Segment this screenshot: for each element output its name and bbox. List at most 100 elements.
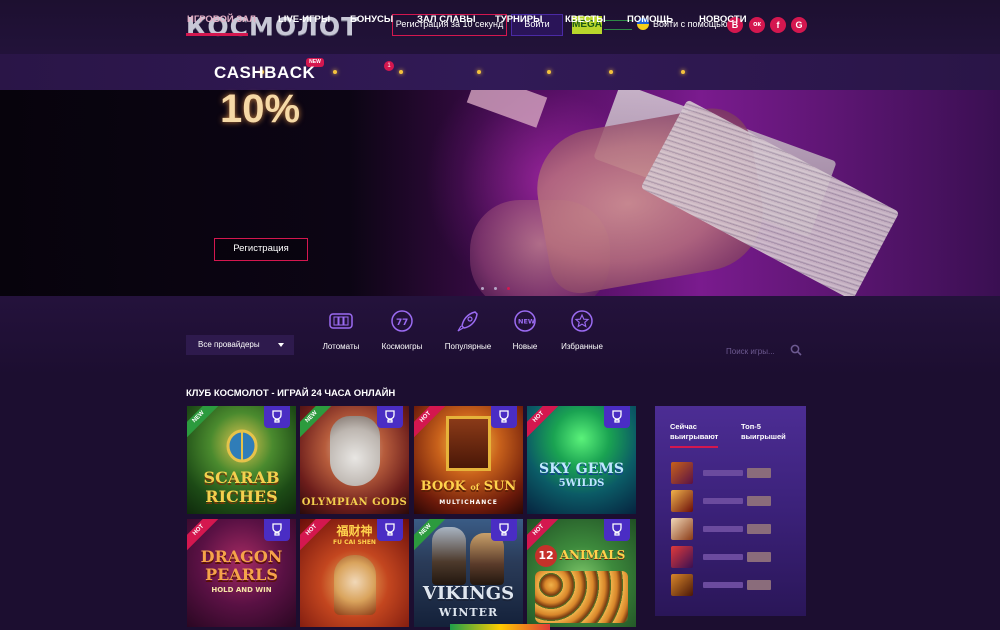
winner-row[interactable] bbox=[671, 490, 791, 512]
hero-register-button[interactable]: Регистрация bbox=[214, 238, 308, 261]
trophy-icon[interactable] bbox=[604, 519, 630, 541]
category-new[interactable]: NEW Новые bbox=[495, 308, 555, 351]
new-icon: NEW bbox=[514, 310, 536, 332]
winner-amount bbox=[747, 580, 771, 590]
game-tile-fu-cai-shen[interactable]: 福财神 FU CAI SHEN HOT bbox=[300, 519, 409, 627]
nav-item-game-hall[interactable]: ИГРОВОЙ ЗАЛ bbox=[187, 14, 256, 25]
game-tagline: HOLD AND WIN bbox=[211, 586, 272, 594]
star-icon bbox=[571, 310, 593, 332]
trophy-icon[interactable] bbox=[264, 406, 290, 428]
hero-banner[interactable] bbox=[0, 90, 1000, 296]
cosmo-games-icon: 7 7 bbox=[391, 310, 413, 332]
rocket-icon bbox=[457, 311, 478, 332]
nav-item-bonuses[interactable]: БОНУСЫ bbox=[350, 14, 393, 25]
search-input[interactable]: Поиск игры... bbox=[726, 347, 775, 356]
trophy-icon[interactable] bbox=[604, 406, 630, 428]
winner-name bbox=[703, 498, 743, 504]
main-nav bbox=[0, 54, 1000, 90]
game-title-part: BOOK bbox=[420, 479, 466, 494]
section-title: КЛУБ КОСМОЛОТ - ИГРАЙ 24 ЧАСА ОНЛАЙН bbox=[186, 388, 396, 399]
zeus-portrait bbox=[330, 416, 380, 486]
nav-separator bbox=[477, 70, 481, 74]
winner-name bbox=[703, 582, 743, 588]
nav-item-news[interactable]: НОВОСТИ bbox=[699, 14, 747, 25]
tab-active-underline bbox=[670, 446, 718, 448]
category-lotomats[interactable]: Лотоматы bbox=[311, 308, 371, 351]
nav-separator bbox=[681, 70, 685, 74]
hero-title: CASHBACK bbox=[214, 63, 316, 82]
slider-dot[interactable] bbox=[481, 287, 484, 290]
trophy-icon[interactable] bbox=[377, 406, 403, 428]
nav-separator bbox=[609, 70, 613, 74]
category-label: Популярные bbox=[444, 342, 492, 351]
tab-now-winning[interactable]: Сейчас выигрывают bbox=[670, 422, 725, 442]
chevron-down-icon bbox=[278, 343, 284, 347]
nav-item-tournaments[interactable]: ТУРНИРЫ bbox=[495, 14, 542, 25]
trophy-icon[interactable] bbox=[377, 519, 403, 541]
nav-item-live-games[interactable]: LIVE-ИГРЫ bbox=[278, 14, 330, 25]
game-subtitle: WINTER bbox=[438, 606, 499, 619]
winner-row[interactable] bbox=[671, 546, 791, 568]
bonus-count-badge: 1 bbox=[384, 61, 394, 71]
winner-row[interactable] bbox=[671, 462, 791, 484]
scarab-icon bbox=[226, 429, 258, 463]
winner-amount bbox=[747, 552, 771, 562]
slider-dot-active[interactable] bbox=[507, 287, 510, 290]
nav-separator bbox=[333, 70, 337, 74]
winner-row[interactable] bbox=[671, 518, 791, 540]
svg-text:7: 7 bbox=[402, 318, 408, 328]
game-title: OLYMPIAN GODS bbox=[301, 497, 408, 508]
winner-name bbox=[703, 526, 743, 532]
game-subtitle: RICHES bbox=[205, 487, 278, 506]
game-tile-olympian-gods[interactable]: OLYMPIAN GODS NEW bbox=[300, 406, 409, 514]
nav-item-hall-of-fame[interactable]: ЗАЛ СЛАВЫ bbox=[417, 14, 476, 25]
game-tile-scarab-riches[interactable]: SCARAB RICHES NEW bbox=[187, 406, 296, 514]
game-subtitle: 5WILDS bbox=[558, 478, 605, 489]
winner-row[interactable] bbox=[671, 574, 791, 596]
viking-figure bbox=[432, 527, 466, 585]
facebook-icon[interactable]: f bbox=[770, 17, 786, 33]
category-label: Лотоматы bbox=[322, 342, 360, 351]
winner-game-thumb bbox=[671, 518, 693, 540]
svg-text:NEW: NEW bbox=[518, 318, 535, 326]
game-title: BOOK of SUN bbox=[420, 479, 517, 494]
category-popular[interactable]: Популярные bbox=[438, 308, 498, 351]
game-title: SKY GEMS bbox=[538, 461, 624, 477]
game-tile-12-animals[interactable]: 12 ANIMALS HOT bbox=[527, 519, 636, 627]
game-title: SCARAB bbox=[203, 468, 280, 487]
animal-icons bbox=[535, 571, 628, 623]
provider-select-value: Все провайдеры bbox=[198, 340, 260, 349]
provider-select[interactable]: Все провайдеры bbox=[186, 335, 294, 355]
slider-dot[interactable] bbox=[494, 287, 497, 290]
nav-item-quests[interactable]: КВЕСТЫ bbox=[565, 14, 606, 25]
google-icon[interactable]: G bbox=[791, 17, 807, 33]
winner-name bbox=[703, 554, 743, 560]
winner-name bbox=[703, 470, 743, 476]
category-favorites[interactable]: Избранные bbox=[552, 308, 612, 351]
ok-icon[interactable]: ок bbox=[749, 17, 765, 33]
game-tile-vikings-winter[interactable]: VIKINGS WINTER NEW bbox=[414, 519, 523, 627]
nav-separator bbox=[547, 70, 551, 74]
tab-top-5[interactable]: Топ-5 выигрышей bbox=[741, 422, 796, 442]
nav-separator bbox=[399, 70, 403, 74]
search-icon[interactable] bbox=[790, 344, 802, 356]
winner-amount bbox=[747, 468, 771, 478]
winners-panel: Сейчас выигрывают Топ-5 выигрышей bbox=[655, 406, 806, 616]
nav-item-help[interactable]: ПОМОЩЬ bbox=[627, 14, 673, 25]
game-title-part: SUN bbox=[483, 479, 517, 494]
game-tile-sky-gems[interactable]: SKY GEMS 5WILDS HOT bbox=[527, 406, 636, 514]
winner-game-thumb bbox=[671, 490, 693, 512]
bottom-color-strip bbox=[450, 624, 550, 630]
game-subtitle: PEARLS bbox=[205, 565, 278, 584]
trophy-icon[interactable] bbox=[491, 519, 517, 541]
trophy-icon[interactable] bbox=[491, 406, 517, 428]
nav-active-underline bbox=[186, 33, 248, 36]
game-tile-book-of-sun[interactable]: BOOK of SUN MULTICHANCE HOT bbox=[414, 406, 523, 514]
trophy-icon[interactable] bbox=[264, 519, 290, 541]
game-title: ANIMALS bbox=[559, 548, 626, 562]
game-tile-dragon-pearls[interactable]: DRAGON PEARLS HOLD AND WIN HOT bbox=[187, 519, 296, 627]
game-title: DRAGON bbox=[200, 547, 283, 566]
winner-game-thumb bbox=[671, 546, 693, 568]
hero-value: 10% bbox=[220, 87, 301, 131]
category-cosmogames[interactable]: 7 7 Космоигры bbox=[372, 308, 432, 351]
